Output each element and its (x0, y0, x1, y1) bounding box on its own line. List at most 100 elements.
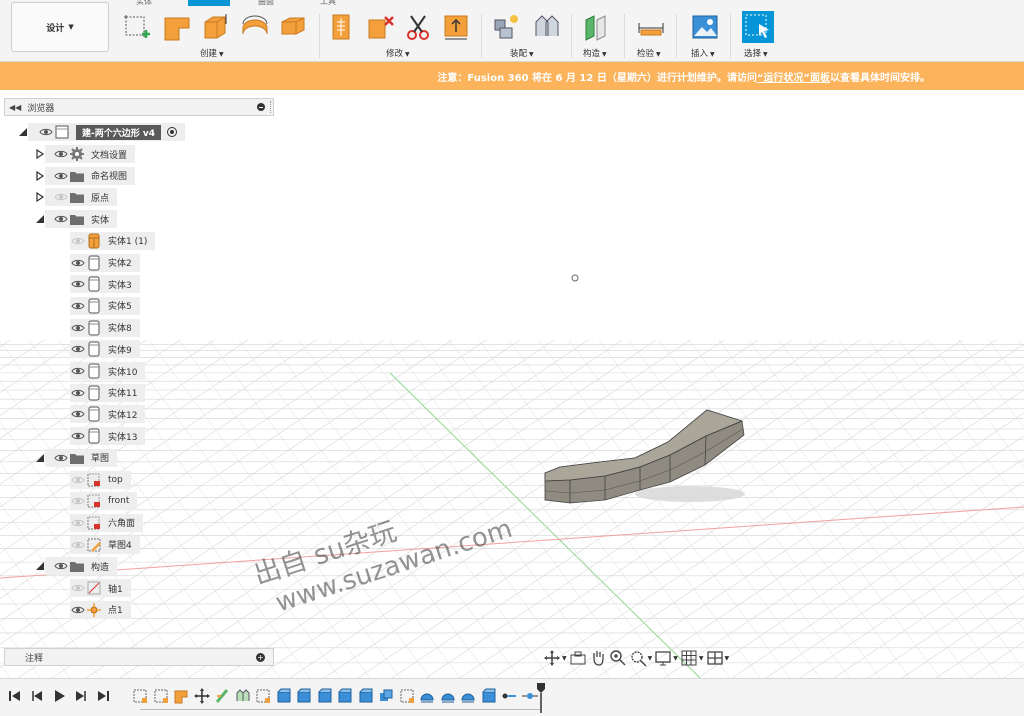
eye-icon[interactable] (53, 188, 69, 206)
eye-icon[interactable] (70, 405, 86, 423)
expand-toggle-icon[interactable] (18, 127, 28, 137)
tree-row[interactable]: 实体12 (70, 405, 146, 424)
extrude-icon[interactable] (162, 12, 192, 42)
sketch-feature-icon[interactable] (132, 688, 148, 704)
tree-row[interactable]: 实体11 (70, 383, 146, 402)
eye-icon[interactable] (70, 362, 86, 380)
extrude-feature-icon[interactable] (173, 688, 189, 704)
insert-group-label[interactable]: 插入 ▼ (691, 47, 715, 59)
go-to-start-icon[interactable] (8, 689, 22, 703)
press-pull-icon[interactable] (328, 12, 358, 42)
eye-icon[interactable] (70, 275, 86, 293)
loft-feature-icon[interactable] (440, 688, 456, 704)
combine-icon[interactable] (278, 12, 308, 42)
loft-feature-icon[interactable] (460, 688, 476, 704)
eye-icon[interactable] (70, 536, 86, 554)
root-component-label[interactable]: 建-两个六边形 v4 (76, 124, 161, 140)
select-icon[interactable] (741, 10, 775, 44)
pan-hand-icon[interactable] (589, 648, 607, 668)
tree-row[interactable]: 实体1 (1) (70, 231, 156, 250)
eye-icon[interactable] (70, 492, 86, 510)
eye-icon[interactable] (70, 601, 86, 619)
construct-feature-icon[interactable] (214, 688, 230, 704)
eye-icon[interactable] (70, 471, 86, 489)
tree-row[interactable]: 实体13 (70, 427, 146, 446)
fit-zoom-icon[interactable]: ▼ (629, 648, 652, 668)
collapse-left-icon[interactable]: ◀◀ (9, 103, 21, 112)
sketch-feature-icon[interactable] (399, 688, 415, 704)
eye-icon[interactable] (70, 514, 86, 532)
tree-row[interactable]: 实体5 (70, 296, 140, 315)
tree-row[interactable]: 草图4 (70, 535, 140, 554)
combine-feature-icon[interactable] (378, 688, 394, 704)
tree-row[interactable]: front (70, 492, 138, 511)
inspect-group-label[interactable]: 检验 ▼ (637, 47, 661, 59)
eye-icon[interactable] (70, 427, 86, 445)
body-feature-icon[interactable] (296, 688, 312, 704)
axis-feature-icon[interactable] (501, 688, 517, 704)
eye-icon[interactable] (53, 167, 69, 185)
measure-icon[interactable] (636, 12, 666, 42)
expand-toggle-icon[interactable] (35, 561, 45, 571)
eye-icon[interactable] (70, 319, 86, 337)
point-feature-icon[interactable] (521, 688, 538, 704)
scissors-icon[interactable] (404, 12, 434, 42)
offset-plane-icon[interactable] (583, 12, 613, 42)
display-settings-icon[interactable]: ▼ (654, 648, 678, 668)
zoom-icon[interactable] (609, 648, 627, 668)
tab-surface[interactable]: 曲面 (258, 0, 274, 7)
create-group-label[interactable]: 创建 ▼ (200, 47, 224, 59)
workspace-switcher[interactable]: 设计 ▼ (11, 2, 109, 52)
construct-group-label[interactable]: 构造 ▼ (583, 47, 607, 59)
loft-feature-icon[interactable] (419, 688, 435, 704)
tree-row[interactable]: 实体2 (70, 253, 140, 272)
delete-icon[interactable] (366, 12, 396, 42)
sketch-feature-icon[interactable] (153, 688, 169, 704)
box-icon[interactable] (200, 12, 230, 42)
select-group-label[interactable]: 选择 ▼ (744, 47, 768, 59)
expand-toggle-icon[interactable] (35, 148, 45, 160)
eye-icon[interactable] (53, 210, 69, 228)
canvas-viewport[interactable] (0, 90, 1024, 678)
eye-icon[interactable] (70, 340, 86, 358)
revolve-icon[interactable] (240, 12, 270, 42)
body-feature-icon[interactable] (481, 688, 497, 704)
go-to-end-icon[interactable] (96, 689, 110, 703)
tree-row[interactable]: 实体9 (70, 340, 140, 359)
move-feature-icon[interactable] (193, 688, 210, 704)
sketch-feature-icon[interactable] (255, 688, 271, 704)
tree-row[interactable]: 草图 (35, 448, 118, 467)
orbit-icon[interactable]: ▼ (543, 648, 567, 668)
eye-icon[interactable] (70, 254, 86, 272)
comments-panel[interactable]: 注释 + (4, 648, 274, 666)
eye-icon[interactable] (70, 384, 86, 402)
collapse-panel-icon[interactable] (257, 103, 265, 111)
expand-toggle-icon[interactable] (35, 453, 45, 463)
tab-solid[interactable]: 实体 (136, 0, 152, 7)
tree-row[interactable]: 文档设置 (35, 145, 136, 163)
modify-group-label[interactable]: 修改 ▼ (386, 47, 410, 59)
step-forward-icon[interactable] (74, 689, 88, 703)
tree-row[interactable]: 命名视图 (35, 166, 136, 185)
viewports-icon[interactable]: ▼ (706, 648, 729, 668)
tree-row[interactable]: 构造 (35, 557, 118, 576)
eye-icon[interactable] (70, 297, 86, 315)
body-feature-icon[interactable] (358, 688, 374, 704)
eye-icon[interactable] (70, 232, 86, 250)
tab-tools[interactable]: 工具 (320, 0, 336, 7)
look-at-icon[interactable] (569, 648, 587, 668)
new-sketch-icon[interactable] (122, 12, 152, 42)
expand-toggle-icon[interactable] (35, 214, 45, 224)
step-back-icon[interactable] (30, 689, 44, 703)
tree-root[interactable]: 建-两个六边形 v4 (18, 123, 185, 141)
resize-grip-icon[interactable] (270, 101, 272, 113)
assemble-group-label[interactable]: 装配 ▼ (510, 47, 534, 59)
joint-icon[interactable] (532, 12, 562, 42)
eye-icon[interactable] (53, 145, 69, 163)
add-comment-icon[interactable]: + (256, 652, 265, 662)
status-panel-link[interactable]: “运行状况”面板 (757, 69, 830, 84)
eye-icon[interactable] (53, 449, 69, 467)
eye-icon[interactable] (70, 579, 86, 597)
tree-row[interactable]: top (70, 470, 131, 489)
insert-image-icon[interactable] (690, 12, 720, 42)
